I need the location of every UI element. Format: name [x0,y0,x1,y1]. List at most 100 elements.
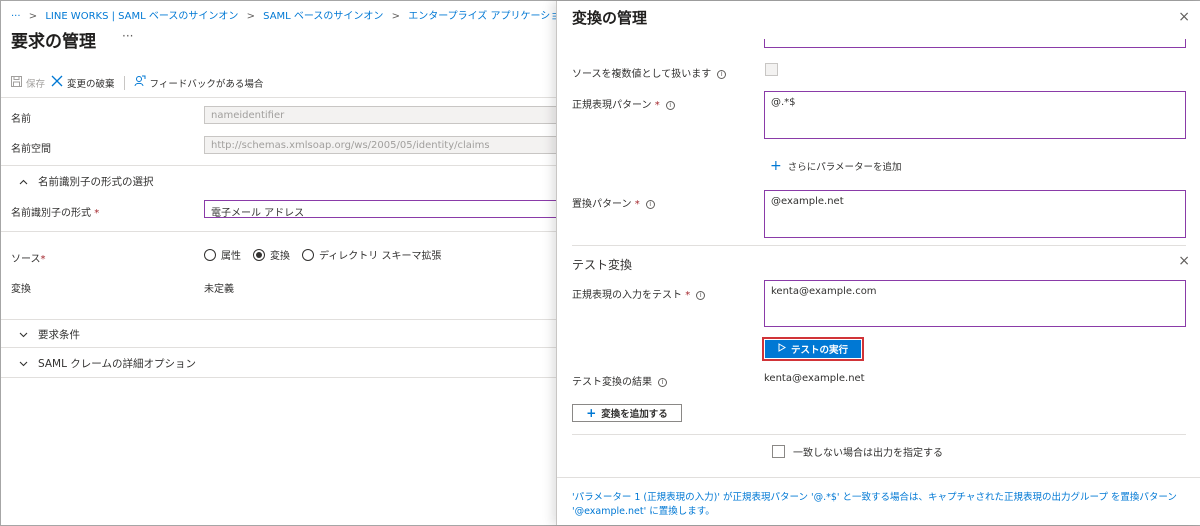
chevron-up-icon [19,176,28,188]
format-label: 名前識別子の形式 * [11,204,99,219]
test-result-value: kenta@example.net [764,373,865,384]
add-parameter-label: さらにパラメーターを追加 [787,162,902,173]
format-section-label: 名前識別子の形式の選択 [38,176,154,188]
description-line: '@example.net' に置換します。 [572,506,715,517]
discard-label: 変更の破棄 [67,78,115,90]
info-icon[interactable]: i [645,199,655,209]
chevron-down-icon [19,358,28,370]
discard-button[interactable]: 変更の破棄 [51,75,115,90]
source-radio-group: 属性 変換 ディレクトリ スキーマ拡張 [204,247,447,262]
divider [1,97,556,98]
breadcrumb: ··· > LINE WORKS | SAML ベースのサインオン > SAML… [11,7,619,22]
divider [572,434,1186,435]
name-label: 名前 [11,114,31,125]
divider [1,319,556,320]
divider [1,377,556,378]
breadcrumb-separator: > [28,11,38,22]
save-icon [11,75,22,90]
source-label: ソース* [11,250,46,265]
divider [1,347,556,348]
previous-input-field[interactable] [764,39,1186,48]
test-result-label-text: テスト変換の結果 [572,377,652,388]
test-input-label-text: 正規表現の入力をテスト [572,290,682,301]
description-line: 'パラメーター 1 (正規表現の入力)' が正規表現パターン '@.*$' と一… [572,492,1177,503]
radio-button [204,248,216,261]
page-title: 要求の管理 [11,32,96,52]
radio-button-selected [253,248,265,261]
claim-conditions-label: 要求条件 [38,329,80,341]
breadcrumb-separator: > [246,11,255,22]
test-section-title: テスト変換 [572,258,633,272]
regex-pattern-input[interactable]: @.*$ [764,91,1186,139]
info-icon[interactable]: i [658,377,667,387]
advanced-options-label: SAML クレームの詳細オプション [38,358,196,370]
add-parameter-link[interactable]: + さらにパラメーターを追加 [770,159,901,173]
add-transform-label: 変換を追加する [601,409,668,420]
replace-pattern-label: 置換パターン * i [572,195,655,210]
breadcrumb-item-saml[interactable]: SAML ベースのサインオン [263,11,383,22]
transform-value: 未定義 [204,284,234,295]
plus-icon: + [586,406,597,420]
claim-conditions-toggle[interactable]: 要求条件 [19,327,80,342]
test-input-field[interactable]: kenta@example.com [764,280,1186,327]
feedback-icon [134,75,146,90]
transform-label: 変換 [11,284,31,295]
required-mark: * [685,290,691,301]
required-mark: * [634,199,640,210]
name-field: nameidentifier [204,106,564,124]
test-input-label: 正規表現の入力をテスト * i [572,286,706,301]
required-mark: * [654,100,660,111]
regex-pattern-label-text: 正規表現パターン [572,100,652,111]
source-radio-transform[interactable]: 変換 [253,247,290,262]
info-icon[interactable]: i [696,290,706,300]
breadcrumb-item-line-works[interactable]: LINE WORKS | SAML ベースのサインオン [45,11,238,22]
play-icon [778,343,786,355]
test-result-label: テスト変換の結果 i [572,373,667,388]
no-match-checkbox[interactable] [772,445,785,458]
radio-button [302,248,314,261]
format-label-text: 名前識別子の形式 [11,208,91,219]
divider [1,165,556,166]
radio-label: ディレクトリ スキーマ拡張 [319,251,442,262]
breadcrumb-separator: > [391,11,401,22]
transformation-description: 'パラメーター 1 (正規表現の入力)' が正規表現パターン '@.*$' と一… [572,491,1192,519]
run-test-button[interactable]: テストの実行 [762,337,864,361]
format-section-toggle[interactable]: 名前識別子の形式の選択 [19,174,154,189]
format-select[interactable]: 電子メール アドレス [204,200,564,218]
replace-pattern-input[interactable]: @example.net [764,190,1186,238]
info-icon[interactable]: i [665,100,675,110]
toolbar: 保存 変更の破棄 フィードバックがある場合 [11,75,263,90]
divider [1,231,556,232]
namespace-label: 名前空間 [11,144,51,155]
no-match-option: 一致しない場合は出力を指定する [772,444,943,459]
source-radio-attribute[interactable]: 属性 [204,247,241,262]
multivalue-checkbox[interactable] [765,63,778,76]
source-label-text: ソース [11,254,41,265]
required-mark: * [40,254,46,265]
more-options-icon[interactable]: ··· [122,29,133,43]
replace-pattern-label-text: 置換パターン [572,199,632,210]
namespace-field: http://schemas.xmlsoap.org/ws/2005/05/id… [204,136,564,154]
radio-label: 属性 [221,251,241,262]
feedback-label: フィードバックがある場合 [149,78,264,90]
breadcrumb-ellipsis[interactable]: ··· [11,11,21,22]
divider [557,477,1200,478]
manage-transformation-panel: 変換の管理 × ソースを複数値として扱います i 正規表現パターン * i @.*$… [556,1,1200,525]
info-icon[interactable]: i [717,69,727,79]
advanced-options-toggle[interactable]: SAML クレームの詳細オプション [19,356,196,371]
source-radio-directory-extension[interactable]: ディレクトリ スキーマ拡張 [302,247,441,262]
toolbar-divider [123,75,125,90]
add-transform-button[interactable]: + 変換を追加する [572,404,682,422]
feedback-button[interactable]: フィードバックがある場合 [134,75,264,90]
multivalue-label-text: ソースを複数値として扱います [572,69,712,80]
close-icon [51,75,63,90]
save-button[interactable]: 保存 [11,75,46,90]
save-label: 保存 [26,78,46,90]
no-match-label: 一致しない場合は出力を指定する [793,448,943,459]
close-icon[interactable]: × [1178,9,1190,25]
required-mark: * [94,208,100,219]
panel-title: 変換の管理 [572,9,648,27]
close-icon[interactable]: × [1178,253,1190,269]
regex-pattern-label: 正規表現パターン * i [572,96,675,111]
chevron-down-icon [19,329,28,341]
